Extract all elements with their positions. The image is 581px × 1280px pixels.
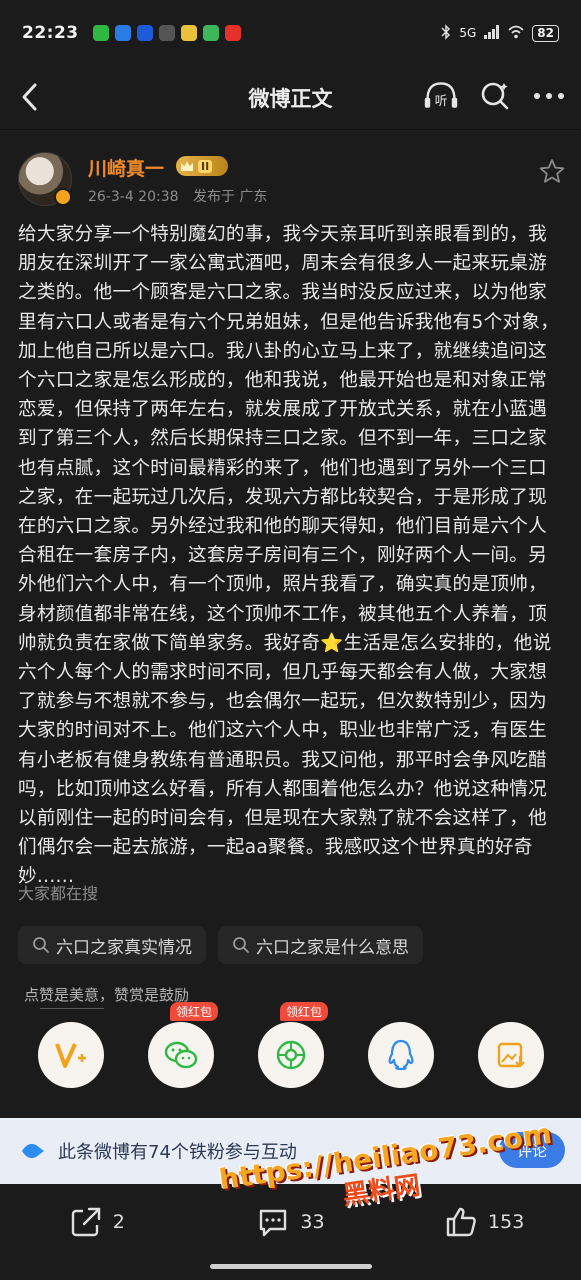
share-button[interactable]: 2 [0,1205,194,1239]
reward-row: 领红包 领红包 [0,1002,581,1090]
search-chips: 六口之家真实情况 六口之家是什么意思 [18,926,423,964]
like-button[interactable]: 153 [387,1205,581,1239]
post-location: 发布于 广东 [192,189,268,205]
search-chip[interactable]: 六口之家真实情况 [18,926,206,964]
more-icon[interactable] [531,78,567,114]
home-indicator [210,1264,372,1269]
bottom-action-bar: 2 33 153 [0,1184,581,1260]
status-right: 5G 82 [441,23,559,43]
qq-icon [388,1039,414,1071]
signal-label: 5G [459,26,477,40]
wechat-icon [92,25,109,41]
vip-badge: II [176,156,228,176]
fan-banner[interactable]: 此条微博有74个铁粉参与互动 评论 [0,1118,581,1184]
search-icon[interactable] [477,78,513,114]
search-chip-label: 六口之家真实情况 [56,937,192,958]
image-download-icon [497,1042,525,1068]
crown-icon [181,161,193,171]
wechat-share-button[interactable]: 领红包 [148,1002,219,1088]
thumbs-up-icon [446,1207,476,1237]
reward-hint: 点赞是美意，赞赏是鼓励 [24,986,190,1004]
fan-icon [22,1143,44,1159]
post-timestamp: 26-3-4 20:38 [88,189,179,205]
comment-button[interactable]: 33 [194,1205,388,1239]
listen-label: 听 [435,93,448,108]
fan-banner-text: 此条微博有74个铁粉参与互动 [58,1142,297,1163]
news-app-icon [224,25,241,41]
share-icon [71,1207,100,1237]
search-icon [233,937,249,953]
notification-icons [92,25,241,41]
v-plus-icon [55,1043,86,1068]
app-icon [136,25,153,41]
comment-count: 33 [300,1211,325,1233]
red-packet-tag: 领红包 [170,1002,219,1021]
nav-actions: 听 [423,78,567,114]
listen-button[interactable]: 听 [423,78,459,114]
trending-search: 大家都在搜 六口之家真实情况 六口之家是什么意思 [18,880,423,964]
fan-banner-button[interactable]: 评论 [498,1132,565,1168]
favorite-star-icon[interactable] [539,158,565,184]
battery-indicator: 82 [532,24,559,42]
back-icon[interactable] [16,80,46,114]
shield-icon [202,25,219,41]
divider [40,1008,104,1009]
post-body: 给大家分享一个特别魔幻的事，我今天亲耳听到亲眼看到的，我朋友在深圳开了一家公寓式… [18,224,560,888]
red-packet-tag: 领红包 [280,1002,329,1021]
save-image-button[interactable] [478,1022,544,1088]
author-row: 川崎真一 II 26-3-4 20:38 发布于 广东 [0,150,581,212]
appreciate-button[interactable] [38,1022,104,1088]
cloud-app-icon [114,25,131,41]
status-time: 22:23 [22,23,79,43]
status-bar: 22:23 5G 82 [0,0,581,66]
bluetooth-icon [441,23,451,43]
post: 川崎真一 II 26-3-4 20:38 发布于 广东 给大家分享一个特别魔幻的… [0,150,581,892]
comment-icon [260,1209,287,1237]
page-title: 微博正文 [248,86,333,111]
vip-level: II [198,159,213,173]
gallery-icon [180,25,197,41]
wechat-icon [164,1041,198,1069]
qq-share-button[interactable] [368,1022,434,1088]
search-chip[interactable]: 六口之家是什么意思 [218,926,423,964]
nav-bar: 微博正文 听 [0,66,581,130]
author-name[interactable]: 川崎真一 [88,154,164,181]
search-chip-label: 六口之家是什么意思 [256,937,409,958]
moments-icon [276,1040,306,1070]
game-icon [158,25,175,41]
like-count: 153 [488,1211,525,1233]
verified-icon [54,188,72,206]
share-count: 2 [112,1211,125,1233]
post-meta: 26-3-4 20:38 发布于 广东 [88,186,267,206]
trending-search-header: 大家都在搜 [18,884,99,903]
search-icon [33,937,49,953]
wifi-icon [508,25,524,42]
moments-share-button[interactable]: 领红包 [258,1002,329,1088]
signal-bars-icon [484,24,500,42]
